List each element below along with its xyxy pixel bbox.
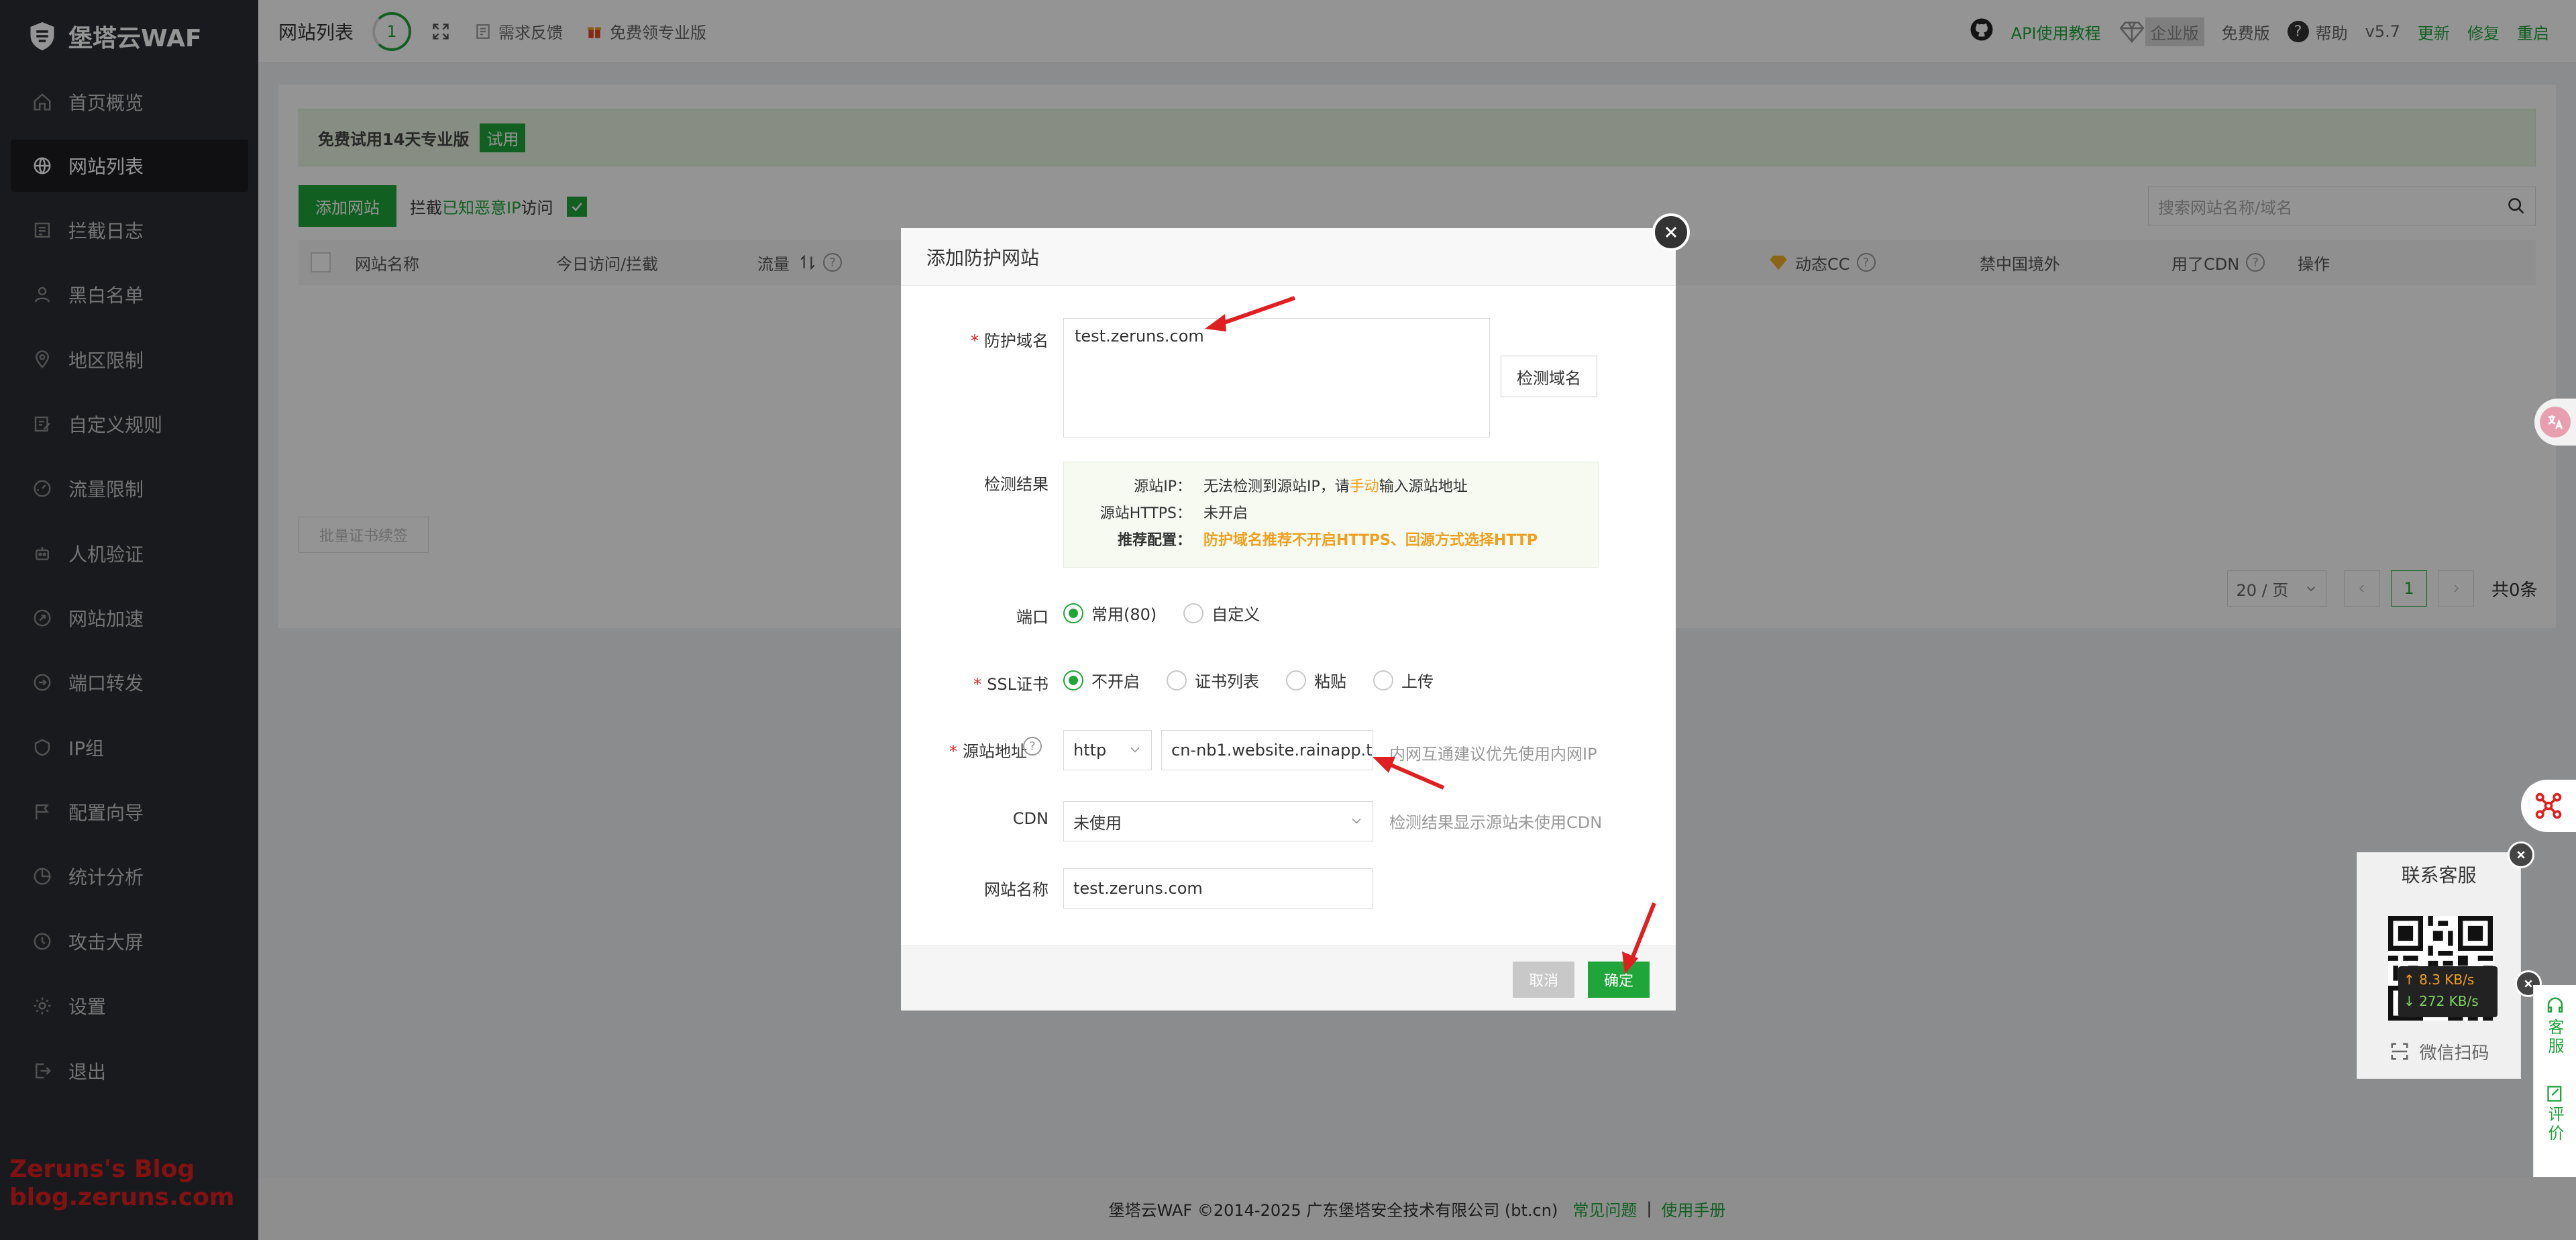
headset-icon	[2547, 997, 2563, 1013]
upload-speed: ↑ 8.3 KB/s	[2404, 972, 2475, 988]
ssl-option-list[interactable]: 证书列表	[1167, 668, 1259, 692]
site-name-input[interactable]: test.zeruns.com	[1063, 868, 1373, 909]
check-domain-button[interactable]: 检测域名	[1501, 356, 1597, 397]
port-option-common[interactable]: 常用(80)	[1063, 601, 1157, 625]
customer-service-card: 联系客服 微信扫码	[2357, 852, 2521, 1079]
download-speed: ↓ 272 KB/s	[2404, 993, 2479, 1009]
cdn-label: CDN	[1012, 809, 1049, 828]
port-label: 端口	[1016, 608, 1049, 627]
ssl-radio-group: 不开启 证书列表 粘贴 上传	[1063, 668, 1460, 692]
network-float-button[interactable]	[2521, 780, 2576, 832]
ssl-option-upload[interactable]: 上传	[1373, 668, 1434, 692]
port-option-custom[interactable]: 自定义	[1183, 601, 1260, 625]
network-icon	[2535, 792, 2562, 819]
result-https-row: 源站HTTPS： 未开启	[1099, 505, 1248, 522]
scan-icon	[2391, 1043, 2408, 1060]
chat-side-strip: 客服 评价	[2533, 985, 2576, 1177]
modal-footer: 取消 确定	[901, 945, 1676, 1011]
confirm-button[interactable]: 确定	[1588, 962, 1650, 998]
domain-textarea[interactable]: test.zeruns.com	[1063, 318, 1490, 437]
cancel-button[interactable]: 取消	[1513, 962, 1574, 998]
origin-protocol-select[interactable]: http	[1063, 730, 1152, 770]
chevron-down-icon	[1352, 818, 1361, 824]
modal-title: 添加防护网站	[901, 228, 1676, 286]
result-label: 检测结果	[984, 475, 1049, 494]
ssl-option-paste[interactable]: 粘贴	[1286, 668, 1346, 692]
ssl-label: * SSL证书	[973, 675, 1049, 694]
domain-label: * 防护域名	[971, 331, 1049, 350]
manual-input-link[interactable]: 手动	[1350, 478, 1379, 495]
origin-hint: 内网互通建议优先使用内网IP	[1389, 745, 1597, 764]
close-icon	[1665, 226, 1677, 238]
result-ip-row: 源站IP： 无法检测到源站IP，请手动输入源站地址	[1134, 478, 1468, 495]
chat-service-button[interactable]: 客服	[2543, 996, 2567, 1056]
origin-address-input[interactable]: cn-nb1.website.rainapp.top	[1161, 730, 1373, 770]
origin-label: * 源站地址	[949, 742, 1027, 761]
translate-float-button[interactable]	[2534, 399, 2576, 446]
wechat-scan-label: 微信扫码	[2357, 1034, 2522, 1069]
cdn-hint: 检测结果显示源站未使用CDN	[1389, 813, 1603, 832]
cdn-select[interactable]: 未使用	[1063, 801, 1373, 841]
detection-result: 源站IP： 无法检测到源站IP，请手动输入源站地址 源站HTTPS： 未开启 推…	[1063, 462, 1599, 568]
network-speed-widget: ↑ 8.3 KB/s ↓ 272 KB/s	[2398, 966, 2498, 1017]
chevron-down-icon	[1130, 747, 1140, 753]
port-radio-group: 常用(80) 自定义	[1063, 601, 1287, 625]
ssl-option-off[interactable]: 不开启	[1063, 668, 1140, 692]
close-modal-button[interactable]	[1652, 213, 1690, 251]
close-service-card-button[interactable]	[2508, 841, 2534, 868]
service-title: 联系客服	[2401, 864, 2477, 886]
close-icon	[2517, 851, 2525, 859]
close-icon	[2524, 980, 2532, 988]
edit-icon	[2546, 1086, 2561, 1102]
origin-help-icon[interactable]: ?	[1023, 737, 1042, 756]
site-name-label: 网站名称	[984, 880, 1049, 899]
chat-rate-button[interactable]: 评价	[2543, 1084, 2567, 1143]
add-site-modal: 添加防护网站 * 防护域名 test.zeruns.com 检测域名 检测结果 源…	[901, 228, 1676, 1011]
result-recommend-row: 推荐配置： 防护域名推荐不开启HTTPS、回源方式选择HTTP	[1117, 532, 1538, 549]
translate-icon	[2540, 407, 2571, 437]
